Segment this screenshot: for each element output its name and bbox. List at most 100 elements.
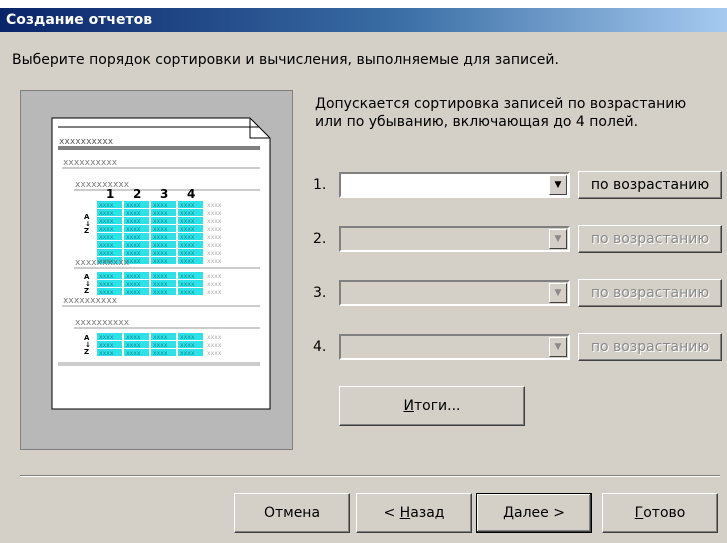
preview-cell-text: xxxx (153, 342, 168, 349)
sort-order-3-button[interactable]: по возрастанию (578, 279, 722, 307)
preview-cell-text: xxxx (207, 242, 222, 249)
sort-z-icon: Z (84, 287, 89, 295)
sort-field-1-dropdown-button[interactable]: ▼ (549, 175, 567, 195)
preview-cell-text: xxxx (126, 273, 141, 280)
sort-row-1-number: 1. (313, 177, 327, 193)
preview-cell-text: xxxx (153, 281, 168, 288)
preview-group-label: xxxxxxxxxx (75, 258, 130, 268)
preview-cell-text: xxxx (207, 250, 222, 257)
preview-cell-text: xxxx (126, 226, 141, 233)
preview-cell-text: xxxx (153, 250, 168, 257)
preview-cell-text: xxxx (126, 218, 141, 225)
preview-cell-text: xxxx (207, 273, 222, 280)
cancel-button[interactable]: Отмена (234, 493, 350, 533)
window-top-strip (0, 0, 727, 8)
preview-group-label: xxxxxxxxxx (75, 180, 130, 190)
back-button-mnemonic: Н (399, 505, 411, 521)
preview-cell-text: xxxx (207, 289, 222, 296)
chevron-down-icon: ▼ (554, 180, 562, 190)
chevron-down-icon: ▼ (554, 342, 562, 352)
preview-cell-text: xxxx (180, 210, 195, 217)
report-preview-panel: xxxxxxxxxx xxxxxxxxxx xxxxxxxxxx 1 2 3 4 xxxx xx… (20, 90, 293, 450)
preview-cell-text: xxxx (99, 273, 114, 280)
preview-group-label: xxxxxxxxxx (75, 318, 130, 328)
preview-cell-text: xxxx (99, 234, 114, 241)
finish-button[interactable]: Готово (602, 493, 718, 533)
preview-cell-text: xxxx (180, 226, 195, 233)
preview-title-placeholder: xxxxxxxxxx (59, 137, 114, 147)
sort-row-2-number: 2. (313, 231, 327, 247)
preview-cell-text: xxxx (153, 350, 168, 357)
finish-button-mnemonic: Г (634, 505, 644, 521)
window-title: Создание отчетов (6, 12, 153, 28)
preview-cell-text: xxxx (153, 242, 168, 249)
sort-order-2-button[interactable]: по возрастанию (578, 225, 722, 253)
preview-cell-text: xxxx (207, 334, 222, 341)
sort-row-4-number: 4. (313, 339, 327, 355)
sort-z-icon: Z (84, 348, 89, 356)
next-button[interactable]: Далее > (476, 493, 592, 533)
preview-cell-text: xxxx (180, 218, 195, 225)
sort-field-3-dropdown-button[interactable]: ▼ (549, 283, 567, 303)
preview-cell-text: xxxx (126, 289, 141, 296)
preview-cell-text: xxxx (153, 226, 168, 233)
back-button-prefix: < (383, 505, 400, 521)
preview-cell-text: xxxx (180, 273, 195, 280)
preview-cell-text: xxxx (180, 334, 195, 341)
preview-cell-text: xxxx (99, 281, 114, 288)
finish-button-label: отово (643, 505, 686, 521)
preview-cell-text: xxxx (180, 242, 195, 249)
preview-group-label: xxxxxxxxxx (63, 296, 118, 306)
preview-cell-text: xxxx (126, 250, 141, 257)
preview-cell-text: xxxx (99, 202, 114, 209)
preview-cell-text: xxxx (126, 242, 141, 249)
preview-cell-text: xxxx (153, 289, 168, 296)
preview-cell-text: xxxx (180, 258, 195, 265)
preview-cell-text: xxxx (99, 350, 114, 357)
preview-cell-text: xxxx (126, 350, 141, 357)
preview-cell-text: xxxx (153, 234, 168, 241)
sort-description-line2: или по убыванию, включающая до 4 полей. (315, 114, 639, 130)
sort-field-2-combo[interactable]: ▼ (339, 226, 570, 252)
preview-cell-text: xxxx (153, 218, 168, 225)
preview-cell-text: xxxx (180, 281, 195, 288)
sort-field-3-combo[interactable]: ▼ (339, 280, 570, 306)
preview-cell-text: xxxx (126, 281, 141, 288)
preview-cell-text: xxxx (126, 210, 141, 217)
preview-cell-text: xxxx (207, 342, 222, 349)
report-preview-illustration: xxxxxxxxxxxxxxxxxxxxxxxxxxxxxx1 2 3 4xxxx xx… (51, 117, 271, 410)
preview-cell-text: xxxx (99, 226, 114, 233)
preview-cell-text: xxxx (153, 210, 168, 217)
sort-field-1-combo[interactable]: ▼ (339, 172, 570, 198)
preview-cell-text: xxxx (153, 334, 168, 341)
preview-column-number: 2 (133, 187, 141, 201)
instruction-text: Выберите порядок сортировки и вычисления… (12, 52, 559, 68)
preview-column-number: 3 (160, 187, 168, 201)
preview-column-number: 4 (187, 187, 195, 201)
preview-cell-text: xxxx (153, 273, 168, 280)
preview-cell-text: xxxx (126, 334, 141, 341)
preview-column-number: 1 (106, 187, 114, 201)
preview-cell-text: xxxx (99, 210, 114, 217)
sort-order-4-button[interactable]: по возрастанию (578, 333, 722, 361)
preview-cell-text: xxxx (180, 289, 195, 296)
totals-button[interactable]: Итоги... (339, 386, 525, 426)
back-button[interactable]: < Назад (356, 493, 472, 533)
preview-cell-text: xxxx (207, 350, 222, 357)
preview-cell-text: xxxx (180, 250, 195, 257)
sort-field-2-dropdown-button[interactable]: ▼ (549, 229, 567, 249)
next-button-label: алее > (514, 505, 565, 521)
sort-order-1-button[interactable]: по возрастанию (578, 171, 722, 199)
preview-cell-text: xxxx (207, 202, 222, 209)
sort-field-4-combo[interactable]: ▼ (339, 334, 570, 360)
preview-cell-text: xxxx (99, 289, 114, 296)
preview-cell-text: xxxx (99, 342, 114, 349)
sort-description: Допускается сортировка записей по возрас… (315, 95, 715, 131)
preview-cell-text: xxxx (126, 202, 141, 209)
next-button-mnemonic: Д (503, 505, 514, 521)
preview-cell-text: xxxx (126, 342, 141, 349)
button-separator (20, 475, 720, 477)
sort-field-4-dropdown-button[interactable]: ▼ (549, 337, 567, 357)
back-button-label: азад (410, 505, 445, 521)
preview-cell-text: xxxx (180, 342, 195, 349)
